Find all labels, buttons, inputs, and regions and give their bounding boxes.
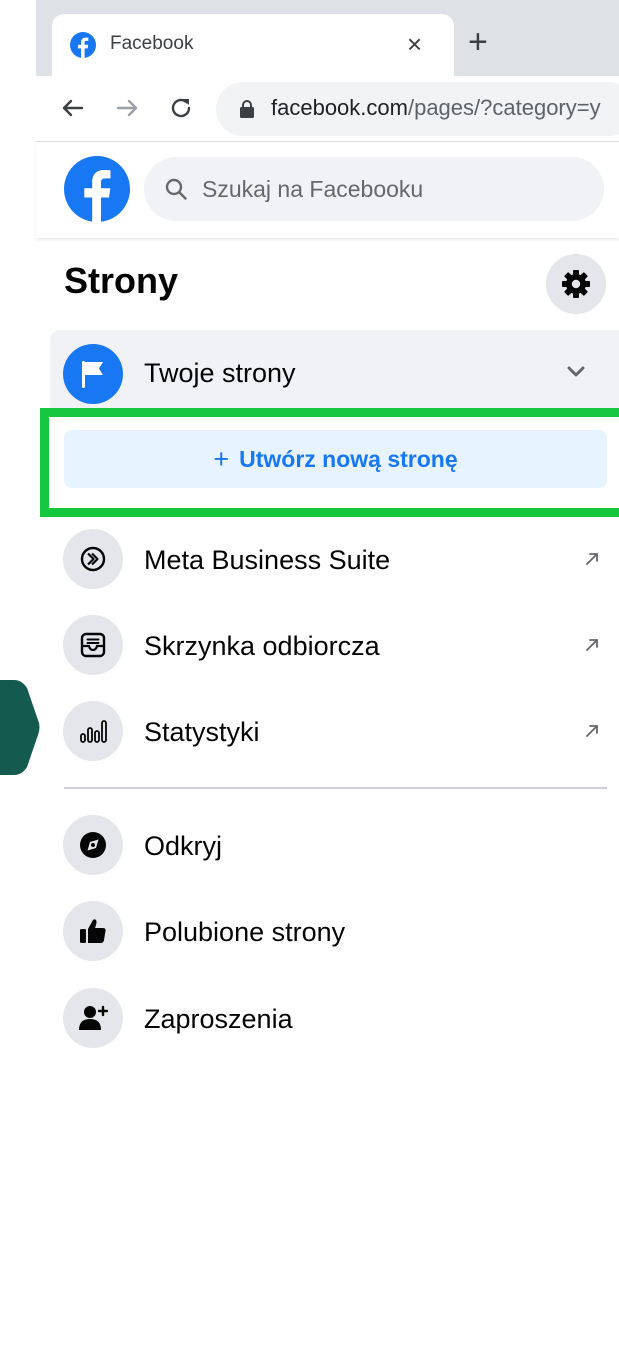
your-pages-label: Twoje strony: [144, 358, 296, 388]
browser-tab[interactable]: Facebook ×: [52, 14, 454, 76]
external-link-arrow-icon: [586, 725, 598, 737]
plus-icon: +: [213, 443, 230, 474]
new-tab-icon[interactable]: +: [468, 22, 488, 62]
create-new-page-label: Utwórz nową stronę: [239, 445, 458, 472]
search-input[interactable]: [202, 157, 592, 221]
insights-icon: [80, 720, 107, 743]
reload-icon[interactable]: [164, 91, 198, 125]
external-link-arrow-icon: [586, 553, 598, 565]
menu-item-insights[interactable]: Statystyki: [50, 691, 619, 771]
facebook-logo-icon[interactable]: [64, 156, 130, 222]
gear-icon: [562, 270, 590, 298]
divider: [64, 787, 607, 789]
flag-icon-circle: [63, 344, 123, 404]
external-link-arrow-icon: [586, 639, 598, 651]
side-arrow-decoration: [0, 680, 40, 775]
compass-icon: [80, 832, 106, 858]
back-arrow-icon[interactable]: [56, 91, 90, 125]
address-bar[interactable]: facebook.com/pages/?category=y: [216, 82, 619, 136]
browser-tab-bar: Facebook × +: [36, 0, 619, 76]
menu-item-label: Odkryj: [144, 831, 223, 861]
menu-item-label: Zaproszenia: [144, 1004, 293, 1034]
settings-button[interactable]: [546, 254, 606, 314]
facebook-header: [36, 142, 619, 238]
menu-item-label: Meta Business Suite: [144, 545, 391, 575]
menu-item-label: Statystyki: [144, 717, 260, 747]
meta-business-suite-icon: [80, 546, 106, 572]
chevron-down-icon[interactable]: [565, 364, 587, 380]
icon-circle: [63, 701, 123, 761]
url-host: facebook.com: [271, 95, 408, 120]
facebook-favicon-icon: [70, 32, 96, 58]
thumbs-up-icon: [80, 919, 106, 943]
tab-title: Facebook: [110, 33, 194, 54]
page-title: Strony: [64, 260, 179, 301]
search-box[interactable]: [144, 157, 604, 221]
icon-circle: [63, 529, 123, 589]
menu-item-inbox[interactable]: Skrzynka odbiorcza: [50, 605, 619, 685]
menu-item-label: Skrzynka odbiorcza: [144, 631, 380, 661]
create-new-page-button[interactable]: + Utwórz nową stronę: [64, 430, 607, 488]
flag-icon: [82, 361, 103, 388]
search-icon: [165, 178, 187, 200]
your-pages-section[interactable]: Twoje strony: [50, 330, 619, 416]
tab-close-icon[interactable]: ×: [407, 26, 422, 62]
icon-circle: [63, 901, 123, 961]
menu-item-label: Polubione strony: [144, 917, 346, 947]
browser-toolbar: facebook.com/pages/?category=y: [36, 76, 619, 142]
url-text: facebook.com/pages/?category=y: [271, 95, 601, 121]
icon-circle: [63, 815, 123, 875]
menu-item-liked-pages[interactable]: Polubione strony: [50, 891, 619, 971]
url-path: /pages/?category=y: [407, 95, 601, 120]
icon-circle: [63, 615, 123, 675]
person-add-icon: [79, 1005, 108, 1030]
icon-circle: [63, 988, 123, 1048]
menu-item-meta-business-suite[interactable]: Meta Business Suite: [50, 519, 619, 599]
menu-item-discover[interactable]: Odkryj: [50, 805, 619, 885]
inbox-icon: [80, 632, 106, 658]
lock-icon[interactable]: [238, 99, 256, 119]
forward-arrow-icon[interactable]: [110, 91, 144, 125]
menu-item-invites[interactable]: Zaproszenia: [50, 978, 619, 1058]
